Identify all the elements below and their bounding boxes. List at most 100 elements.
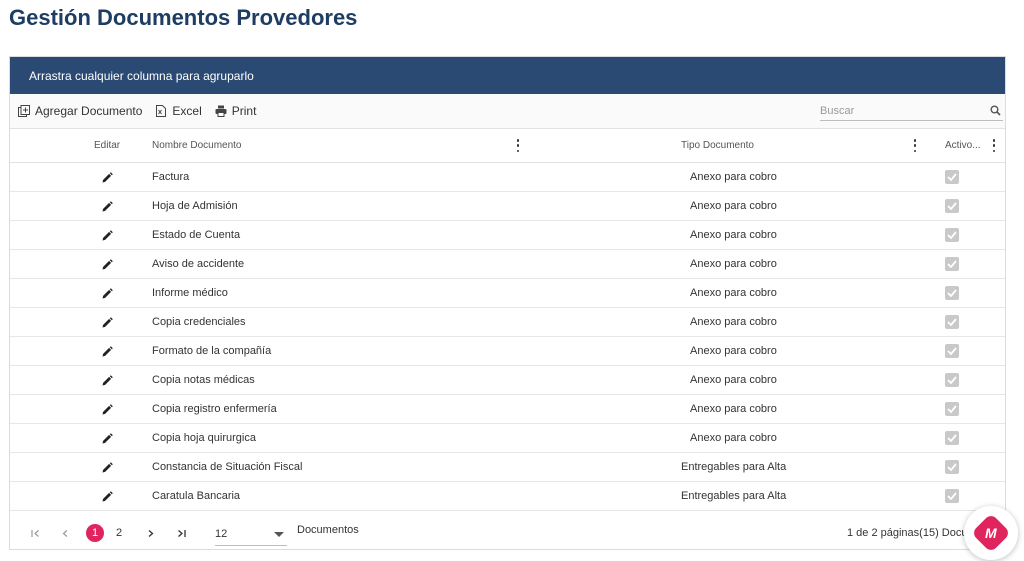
document-name-cell: Factura	[152, 171, 190, 183]
document-name-cell: Estado de Cuenta	[152, 229, 241, 241]
excel-icon	[155, 105, 167, 117]
document-type-cell: Anexo para cobro	[690, 403, 777, 415]
active-checkbox[interactable]	[945, 344, 959, 358]
active-checkbox[interactable]	[945, 257, 959, 271]
grid-toolbar: Agregar Documento Excel Print	[10, 94, 1005, 129]
document-name-cell: Hoja de Admisión	[152, 200, 238, 212]
excel-button[interactable]: Excel	[155, 104, 202, 118]
add-document-icon	[18, 105, 30, 117]
edit-pencil-icon[interactable]	[102, 163, 113, 191]
add-document-label: Agregar Documento	[35, 104, 143, 118]
table-row: Aviso de accidente Anexo para cobro	[10, 250, 1005, 279]
document-type-cell: Anexo para cobro	[690, 200, 777, 212]
brand-logo-fab[interactable]: M	[964, 506, 1018, 560]
edit-pencil-icon[interactable]	[102, 366, 113, 394]
table-row: Copia credenciales Anexo para cobro	[10, 308, 1005, 337]
document-type-cell: Anexo para cobro	[690, 374, 777, 386]
active-checkbox[interactable]	[945, 402, 959, 416]
page-size-value: 12	[215, 528, 228, 540]
active-checkbox[interactable]	[945, 286, 959, 300]
document-type-cell: Anexo para cobro	[690, 287, 777, 299]
page-button-2[interactable]: 2	[110, 524, 128, 542]
excel-label: Excel	[172, 104, 202, 118]
edit-pencil-icon[interactable]	[102, 308, 113, 336]
column-header-edit[interactable]: Editar	[94, 129, 120, 162]
document-type-cell: Anexo para cobro	[690, 345, 777, 357]
previous-page-icon[interactable]	[56, 524, 74, 542]
group-panel-text: Arrastra cualquier columna para agruparl…	[29, 68, 254, 83]
document-type-cell: Anexo para cobro	[690, 229, 777, 241]
table-row: Constancia de Situación Fiscal Entregabl…	[10, 453, 1005, 482]
edit-pencil-icon[interactable]	[102, 337, 113, 365]
table-row: Factura Anexo para cobro	[10, 163, 1005, 192]
table-row: Copia hoja quirurgica Anexo para cobro	[10, 424, 1005, 453]
chevron-down-icon	[274, 532, 284, 537]
grid-header: Editar Nombre Documento Tipo Documento A…	[10, 129, 1005, 163]
print-button[interactable]: Print	[215, 104, 257, 118]
print-label: Print	[231, 104, 257, 118]
document-type-cell: Anexo para cobro	[690, 258, 777, 270]
documents-grid: Arrastra cualquier columna para agruparl…	[9, 56, 1006, 550]
active-checkbox[interactable]	[945, 315, 959, 329]
column-menu-name-icon[interactable]	[515, 139, 521, 152]
document-name-cell: Copia registro enfermería	[152, 403, 277, 415]
document-name-cell: Informe médico	[152, 287, 228, 299]
document-type-cell: Entregables para Alta	[681, 461, 787, 473]
grid-rows: Factura Anexo para cobro Hoja de Admisió…	[10, 163, 1005, 511]
table-row: Informe médico Anexo para cobro	[10, 279, 1005, 308]
page-button-1[interactable]: 1	[86, 524, 104, 542]
document-type-cell: Anexo para cobro	[690, 171, 777, 183]
table-row: Copia registro enfermería Anexo para cob…	[10, 395, 1005, 424]
document-type-cell: Entregables para Alta	[681, 490, 787, 502]
document-name-cell: Copia notas médicas	[152, 374, 255, 386]
brand-logo-icon: M	[971, 513, 1011, 553]
table-row: Caratula Bancaria Entregables para Alta	[10, 482, 1005, 511]
search-box	[820, 101, 1003, 121]
edit-pencil-icon[interactable]	[102, 424, 113, 452]
active-checkbox[interactable]	[945, 373, 959, 387]
edit-pencil-icon[interactable]	[102, 482, 113, 510]
add-document-button[interactable]: Agregar Documento	[18, 104, 142, 118]
edit-pencil-icon[interactable]	[102, 395, 113, 423]
table-row: Formato de la compañía Anexo para cobro	[10, 337, 1005, 366]
document-name-cell: Formato de la compañía	[152, 345, 272, 357]
column-menu-active-icon[interactable]	[991, 139, 997, 152]
active-checkbox[interactable]	[945, 460, 959, 474]
group-panel[interactable]: Arrastra cualquier columna para agruparl…	[10, 57, 1005, 94]
table-row: Copia notas médicas Anexo para cobro	[10, 366, 1005, 395]
document-name-cell: Copia hoja quirurgica	[152, 432, 256, 444]
pager: 1 2 12 Documentos 1 de 2 páginas(15) Doc…	[10, 515, 1005, 551]
active-checkbox[interactable]	[945, 170, 959, 184]
column-header-active[interactable]: Activo...	[945, 129, 981, 162]
table-row: Hoja de Admisión Anexo para cobro	[10, 192, 1005, 221]
next-page-icon[interactable]	[141, 524, 159, 542]
column-menu-type-icon[interactable]	[912, 139, 918, 152]
page-size-label: Documentos	[297, 524, 359, 536]
active-checkbox[interactable]	[945, 228, 959, 242]
page-title: Gestión Documentos Provedores	[9, 5, 358, 30]
first-page-icon[interactable]	[26, 524, 44, 542]
edit-pencil-icon[interactable]	[102, 279, 113, 307]
document-name-cell: Constancia de Situación Fiscal	[152, 461, 303, 473]
edit-pencil-icon[interactable]	[102, 221, 113, 249]
active-checkbox[interactable]	[945, 489, 959, 503]
active-checkbox[interactable]	[945, 431, 959, 445]
table-row: Estado de Cuenta Anexo para cobro	[10, 221, 1005, 250]
edit-pencil-icon[interactable]	[102, 250, 113, 278]
page-size-select[interactable]: 12	[215, 523, 287, 546]
document-type-cell: Anexo para cobro	[690, 316, 777, 328]
edit-pencil-icon[interactable]	[102, 192, 113, 220]
edit-pencil-icon[interactable]	[102, 453, 113, 481]
document-type-cell: Anexo para cobro	[690, 432, 777, 444]
search-input[interactable]	[820, 104, 980, 117]
document-name-cell: Aviso de accidente	[152, 258, 245, 270]
brand-logo-letter: M	[985, 524, 997, 541]
search-icon[interactable]	[990, 103, 1001, 121]
last-page-icon[interactable]	[172, 524, 190, 542]
print-icon	[215, 105, 227, 117]
document-name-cell: Caratula Bancaria	[152, 490, 241, 502]
document-name-cell: Copia credenciales	[152, 316, 246, 328]
column-header-name[interactable]: Nombre Documento	[152, 129, 241, 162]
column-header-type[interactable]: Tipo Documento	[681, 129, 754, 162]
active-checkbox[interactable]	[945, 199, 959, 213]
